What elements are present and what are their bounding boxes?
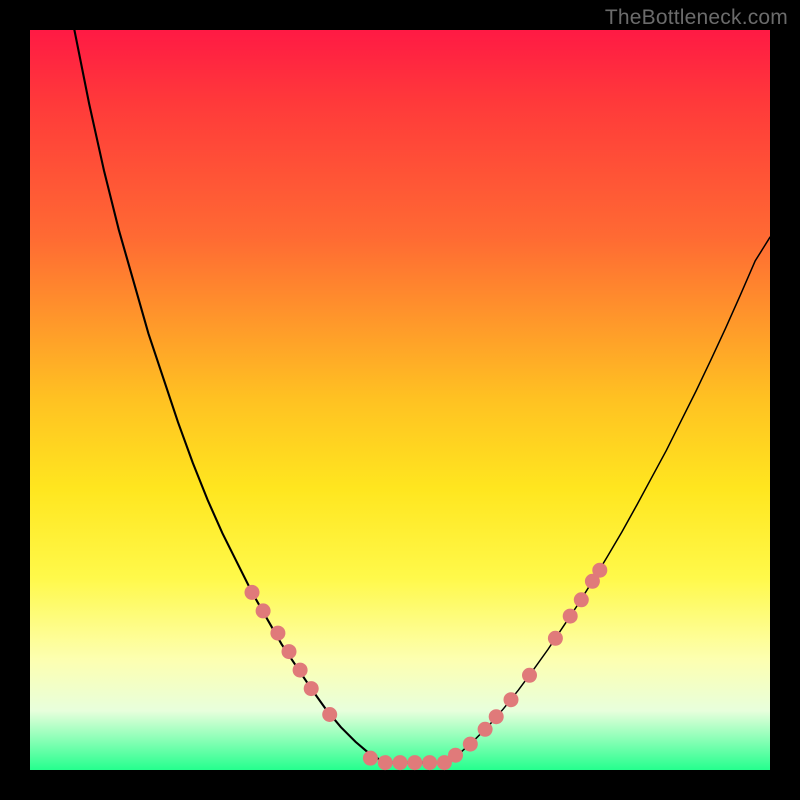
curve-right bbox=[444, 237, 770, 762]
data-marker bbox=[256, 603, 271, 618]
data-marker bbox=[322, 707, 337, 722]
data-marker bbox=[293, 663, 308, 678]
data-marker bbox=[245, 585, 260, 600]
data-marker bbox=[478, 722, 493, 737]
chart-plot-area bbox=[30, 30, 770, 770]
data-marker bbox=[489, 709, 504, 724]
data-marker bbox=[563, 609, 578, 624]
data-marker bbox=[304, 681, 319, 696]
data-marker bbox=[592, 563, 607, 578]
data-marker bbox=[422, 755, 437, 770]
data-marker bbox=[548, 631, 563, 646]
data-marker bbox=[574, 592, 589, 607]
chart-svg bbox=[30, 30, 770, 770]
watermark-text: TheBottleneck.com bbox=[605, 6, 788, 30]
data-marker bbox=[378, 755, 393, 770]
data-marker bbox=[522, 668, 537, 683]
curve-left bbox=[74, 30, 385, 763]
data-marker bbox=[270, 626, 285, 641]
data-marker bbox=[504, 692, 519, 707]
markers-group bbox=[245, 563, 608, 770]
chart-frame: TheBottleneck.com bbox=[0, 0, 800, 800]
data-marker bbox=[282, 644, 297, 659]
data-marker bbox=[448, 748, 463, 763]
data-marker bbox=[407, 755, 422, 770]
data-marker bbox=[463, 737, 478, 752]
data-marker bbox=[393, 755, 408, 770]
data-marker bbox=[363, 751, 378, 766]
